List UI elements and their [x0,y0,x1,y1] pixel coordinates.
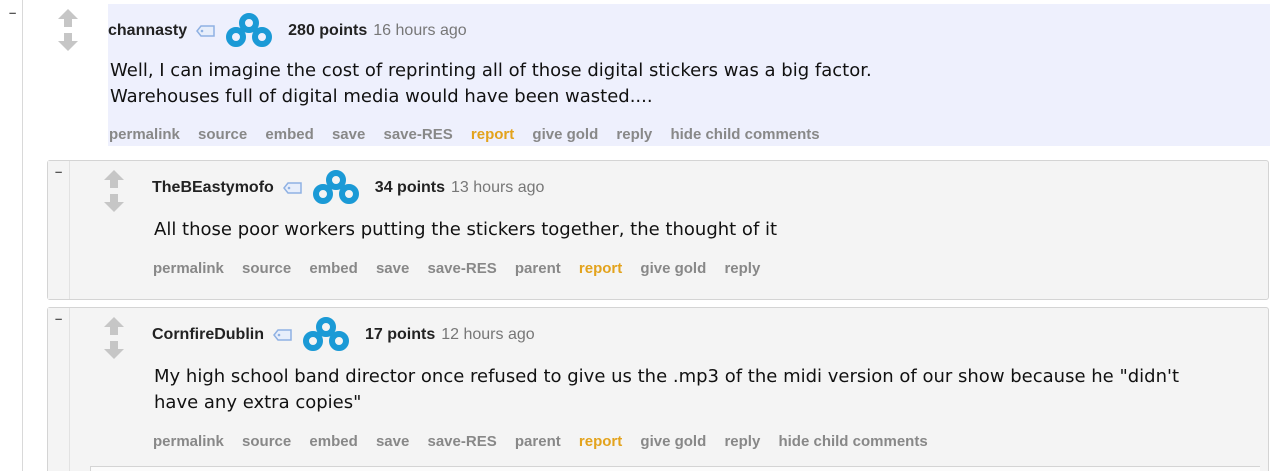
hide-child-comments-button[interactable]: hide child comments [670,126,819,143]
comment-text-line: Well, I can imagine the cost of reprinti… [110,60,872,81]
collapse-toggle[interactable]: – [9,6,16,19]
comment-text-line: have any extra copies" [154,392,362,413]
cloud9-flair-icon [303,317,349,351]
save-button[interactable]: save [332,126,365,143]
permalink-button[interactable]: permalink [153,433,224,450]
tagline: TheBEastymofo 34 points 13 hours ago [152,169,544,207]
parent-button[interactable]: parent [515,433,561,450]
embed-button[interactable]: embed [309,433,357,450]
thread-line[interactable] [22,0,23,471]
action-buttons: permalink source embed save save-RES par… [153,260,774,277]
save-button[interactable]: save [376,433,409,450]
score: 280 points [288,22,368,39]
timestamp[interactable]: 12 hours ago [441,326,534,344]
report-button[interactable]: report [579,433,622,450]
author-link[interactable]: channasty [108,22,187,40]
comment-body: All those poor workers putting the stick… [154,217,777,243]
score: 17 points [365,326,436,343]
comment-text-line: All those poor workers putting the stick… [154,219,778,240]
comment-text-line: My high school band director once refuse… [154,366,1180,387]
give-gold-button[interactable]: give gold [532,126,598,143]
comment-body: Well, I can imagine the cost of reprinti… [110,58,872,110]
permalink-button[interactable]: permalink [153,260,224,277]
permalink-button[interactable]: permalink [109,126,180,143]
comment-body: My high school band director once refuse… [154,364,1179,416]
report-button[interactable]: report [471,126,514,143]
save-res-button[interactable]: save-RES [428,433,497,450]
timestamp[interactable]: 13 hours ago [451,179,544,197]
source-button[interactable]: source [242,260,291,277]
upvote-arrow-icon[interactable] [56,8,80,28]
downvote-arrow-icon[interactable] [102,340,126,360]
hide-child-comments-button[interactable]: hide child comments [778,433,927,450]
tagline: CornfireDublin 17 points 12 hours ago [152,316,535,354]
cloud9-flair-icon [226,13,273,47]
tagline: channasty 280 points 16 hours ago [108,12,467,50]
thread-gutter[interactable]: – [48,161,70,299]
report-button[interactable]: report [579,260,622,277]
thread-gutter: – [0,0,24,471]
source-button[interactable]: source [198,126,247,143]
comment-thread: – channasty 280 points 16 hours ago Well… [0,0,1280,471]
action-buttons: permalink source embed save save-RES rep… [109,126,834,143]
comment: – CornfireDublin 17 points 12 hours ago … [47,307,1269,471]
embed-button[interactable]: embed [265,126,313,143]
give-gold-button[interactable]: give gold [640,433,706,450]
user-tag-icon[interactable] [282,181,303,195]
reply-button[interactable]: reply [616,126,652,143]
cloud9-flair-icon [312,170,359,204]
thread-gutter[interactable]: – [48,308,70,471]
downvote-arrow-icon[interactable] [56,32,80,52]
child-comment-edge [90,466,1260,471]
comment: channasty 280 points 16 hours ago Well, … [24,4,1270,146]
reply-button[interactable]: reply [724,260,760,277]
collapse-toggle[interactable]: – [55,312,62,325]
action-buttons: permalink source embed save save-RES par… [153,433,942,450]
upvote-arrow-icon[interactable] [102,169,126,189]
user-tag-icon[interactable] [273,328,293,342]
score: 34 points [374,179,446,196]
give-gold-button[interactable]: give gold [640,260,706,277]
timestamp[interactable]: 16 hours ago [373,22,466,40]
save-res-button[interactable]: save-RES [384,126,453,143]
reply-button[interactable]: reply [724,433,760,450]
author-link[interactable]: TheBEastymofo [152,179,274,197]
downvote-arrow-icon[interactable] [102,193,126,213]
save-res-button[interactable]: save-RES [428,260,497,277]
source-button[interactable]: source [242,433,291,450]
comment-text-line: Warehouses full of digital media would h… [110,86,653,107]
embed-button[interactable]: embed [309,260,357,277]
save-button[interactable]: save [376,260,409,277]
comment: – TheBEastymofo 34 points 13 hours ago A… [47,160,1269,300]
parent-button[interactable]: parent [515,260,561,277]
author-link[interactable]: CornfireDublin [152,326,264,344]
collapse-toggle[interactable]: – [55,165,62,178]
user-tag-icon[interactable] [196,24,216,38]
upvote-arrow-icon[interactable] [102,316,126,336]
